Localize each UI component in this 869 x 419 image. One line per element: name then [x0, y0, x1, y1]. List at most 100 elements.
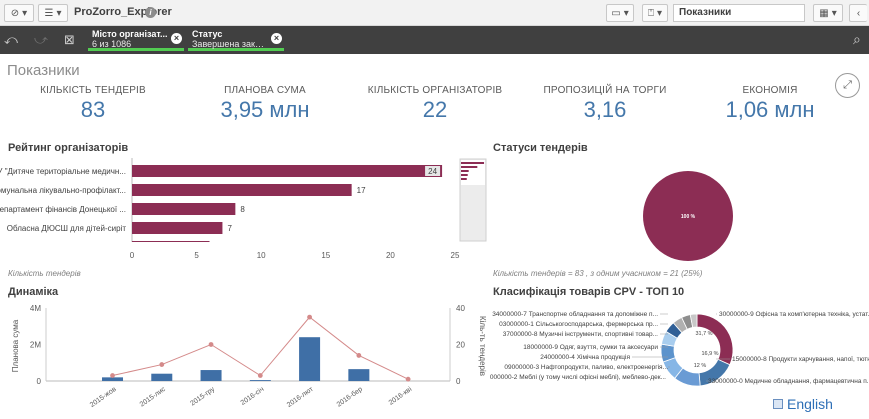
statuses-chart[interactable]: 100 % [640, 156, 750, 266]
slice-label: 16,9 % [701, 351, 718, 357]
previous-sheet-button[interactable]: ‹ [849, 4, 867, 22]
tick-label: 20 [456, 341, 465, 350]
selections-bar: ⤺ ⤻ ⊠ Місто організат... 6 из 1086 × Ста… [0, 26, 869, 54]
line-point [159, 362, 165, 367]
tick-label: 2015-лис [139, 386, 168, 409]
rating-chart[interactable]: 24 КУ "Дитяче територіальне медичн... 17 Ко… [0, 156, 490, 264]
kpi-label: КІЛЬКІСТЬ ОРГАНІЗАТОРІВ [367, 85, 503, 96]
cpv-label: 34000000-7 Транспортне обладнання та доп… [492, 310, 658, 318]
global-menu-button[interactable]: ⊘ ▾ [4, 4, 34, 22]
y-axis-label: Планова сума [11, 319, 20, 372]
cpv-label: 30000000-9 Офісна та комп'ютерна техніка… [719, 310, 869, 318]
kpi-value: 1,06 млн [725, 97, 815, 122]
list-menu-button[interactable]: ☰ ▾ [38, 4, 68, 22]
selection-field: Статус [192, 29, 223, 39]
donut-slice [696, 313, 734, 366]
tick-label: 2016-кві [387, 385, 413, 407]
flag-icon [773, 399, 783, 409]
bookmark-icon: ⍞ [647, 7, 654, 19]
close-icon[interactable]: × [171, 33, 182, 44]
kpi-tenders[interactable]: КІЛЬКІСТЬ ТЕНДЕРІВ 83 [33, 85, 153, 123]
tick-label: 0 [456, 377, 461, 386]
kpi-value: 3,16 [583, 97, 627, 122]
bookmark-button[interactable]: ⍞ ▾ [642, 4, 668, 22]
chevron-down-icon: ▾ [56, 7, 62, 19]
dynamics-chart[interactable]: 0 2M 4M 0 20 40 Планова сума Кіль-ть тендерів 20… [0, 298, 490, 419]
step-back-icon[interactable]: ⤺ [4, 32, 18, 48]
mini-bar [461, 166, 478, 168]
cpv-label: 24000000-4 Хімічна продукція [540, 353, 630, 361]
bar [348, 369, 370, 381]
selection-value: 6 из 1086 [92, 39, 132, 49]
list-icon: ☰ [44, 7, 54, 19]
kpi-planned-sum[interactable]: ПЛАНОВА СУМА 3,95 млн [200, 85, 330, 123]
chevron-down-icon: ▾ [22, 7, 28, 19]
kpi-savings[interactable]: ЕКОНОМІЯ 1,06 млн [720, 85, 820, 123]
clear-all-icon[interactable]: ⊠ [64, 32, 75, 48]
bar [200, 370, 222, 381]
statuses-title: Статуси тендерів [493, 142, 588, 154]
slice-label: 12 % [694, 363, 707, 369]
tick-label: 20 [386, 251, 395, 260]
mini-bar [461, 178, 467, 180]
sheet-selector[interactable]: Показники [673, 4, 805, 22]
expand-icon[interactable]: ⤢ [835, 73, 860, 98]
search-icon[interactable]: ⌕ [853, 31, 861, 48]
selection-chip-status[interactable]: Статус Завершена закуп... × [188, 28, 284, 51]
kpi-organizers[interactable]: КІЛЬКІСТЬ ОРГАНІЗАТОРІВ 22 [365, 85, 505, 123]
info-icon[interactable]: i [145, 7, 156, 18]
selection-chip-city[interactable]: Місто організат... 6 из 1086 × [88, 28, 184, 51]
bar [249, 380, 271, 381]
cpv-label: 15000000-8 Продукти харчування, напої, т… [732, 356, 869, 363]
mini-bar [461, 174, 468, 176]
tick-label: 2M [30, 341, 41, 350]
close-icon[interactable]: × [271, 33, 282, 44]
kpi-proposals[interactable]: ПРОПОЗИЦІЙ НА ТОРГИ 3,16 [540, 85, 670, 123]
line-point [257, 373, 263, 378]
cpv-label: 37000000-8 Музичні інструменти, спортивн… [503, 330, 658, 338]
slice-label: 100 % [681, 214, 696, 220]
cpv-chart[interactable]: 31,7 % 16,9 % 12 % 34000000-7 Транспортне о… [490, 302, 869, 396]
tick-label: 25 [451, 251, 460, 260]
tick-label: 10 [257, 251, 266, 260]
chevron-down-icon: ▾ [831, 7, 837, 19]
tick-label: 2016-бер [335, 385, 364, 409]
chevron-down-icon: ▾ [623, 7, 629, 19]
dynamics-title: Динаміка [8, 286, 59, 298]
bar [132, 241, 210, 242]
sheets-icon: ▦ [819, 7, 829, 19]
cpv-title: Класифікація товарів CPV - ТОП 10 [493, 286, 685, 298]
mini-bar [461, 162, 485, 164]
selection-field: Місто організат... [92, 29, 168, 39]
sheet-list-button[interactable]: ▦ ▾ [813, 4, 843, 22]
data-label: 24 [428, 167, 437, 176]
bar [132, 184, 352, 196]
line-point [405, 376, 411, 382]
bar [299, 337, 321, 381]
step-forward-icon[interactable]: ⤻ [34, 32, 48, 48]
bar [132, 165, 443, 177]
line-point [307, 314, 312, 320]
bar [132, 222, 223, 234]
category-label: Департамент фінансів Донецької ... [0, 205, 126, 214]
bar [132, 203, 236, 215]
rating-title: Рейтинг організаторів [8, 142, 129, 154]
chevron-down-icon: ▾ [656, 7, 663, 19]
top-toolbar: ⊘ ▾ ☰ ▾ ProZorro_Explorer i ▭ ▾ ⍞ ▾ Показник… [0, 0, 869, 26]
bar [151, 373, 173, 381]
tick-label: 2016-січ [239, 385, 266, 407]
screen-button[interactable]: ▭ ▾ [606, 4, 634, 22]
cpv-label: 03000000-1 Сільськогосподарська, фермерс… [499, 320, 658, 328]
language-link[interactable]: English [773, 396, 833, 412]
category-label: КУ "Дитяче територіальне медичн... [0, 167, 126, 176]
tick-label: 2015-жов [89, 386, 118, 409]
compass-icon: ⊘ [10, 7, 20, 19]
app-title: ProZorro_Explorer [74, 6, 172, 18]
tick-label: 0 [37, 377, 42, 386]
kpi-label: ПРОПОЗИЦІЙ НА ТОРГИ [543, 85, 667, 96]
tick-label: 15 [321, 251, 330, 260]
language-label: English [787, 396, 833, 412]
sheet-title: Показники [7, 62, 80, 79]
tick-label: 5 [194, 251, 199, 260]
chevron-left-icon: ‹ [856, 7, 861, 19]
